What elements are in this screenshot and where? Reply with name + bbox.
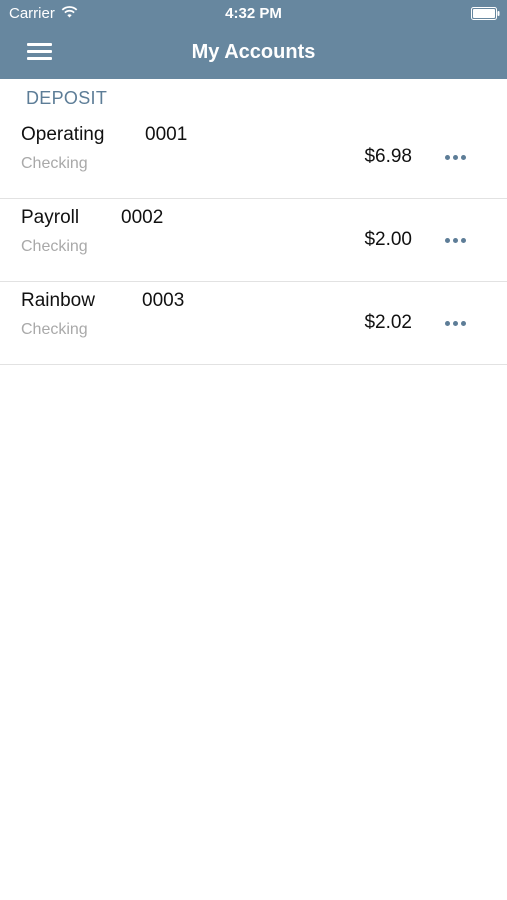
- account-balance: $6.98: [364, 146, 412, 167]
- account-balance: $2.00: [364, 229, 412, 250]
- account-name: Payroll: [21, 207, 80, 228]
- account-row[interactable]: Operating 0001 Checking $6.98: [0, 116, 507, 199]
- account-row[interactable]: Payroll 0002 Checking $2.00: [0, 199, 507, 282]
- account-list: Operating 0001 Checking $6.98 Payroll 00…: [0, 116, 507, 365]
- account-type: Checking: [21, 238, 88, 255]
- account-balance: $2.02: [364, 312, 412, 333]
- account-type: Checking: [21, 155, 88, 172]
- account-name: Rainbow: [21, 290, 95, 311]
- more-options-icon[interactable]: [437, 146, 475, 168]
- account-name: Operating: [21, 124, 105, 145]
- account-number: 0003: [142, 290, 185, 311]
- account-number: 0002: [121, 207, 164, 228]
- more-options-icon[interactable]: [437, 229, 475, 251]
- status-time: 4:32 PM: [225, 5, 282, 22]
- section-header-deposit: DEPOSIT: [26, 88, 108, 108]
- navigation-bar: My Accounts: [0, 28, 507, 79]
- account-number: 0001: [145, 124, 188, 145]
- account-type: Checking: [21, 321, 88, 338]
- app-header: Carrier 4:32 PM My Accounts: [0, 0, 507, 79]
- more-options-icon[interactable]: [437, 312, 475, 334]
- page-title: My Accounts: [191, 41, 316, 63]
- account-row[interactable]: Rainbow 0003 Checking $2.02: [0, 282, 507, 365]
- battery-full-icon: [471, 7, 500, 20]
- status-bar: Carrier 4:32 PM: [0, 0, 507, 28]
